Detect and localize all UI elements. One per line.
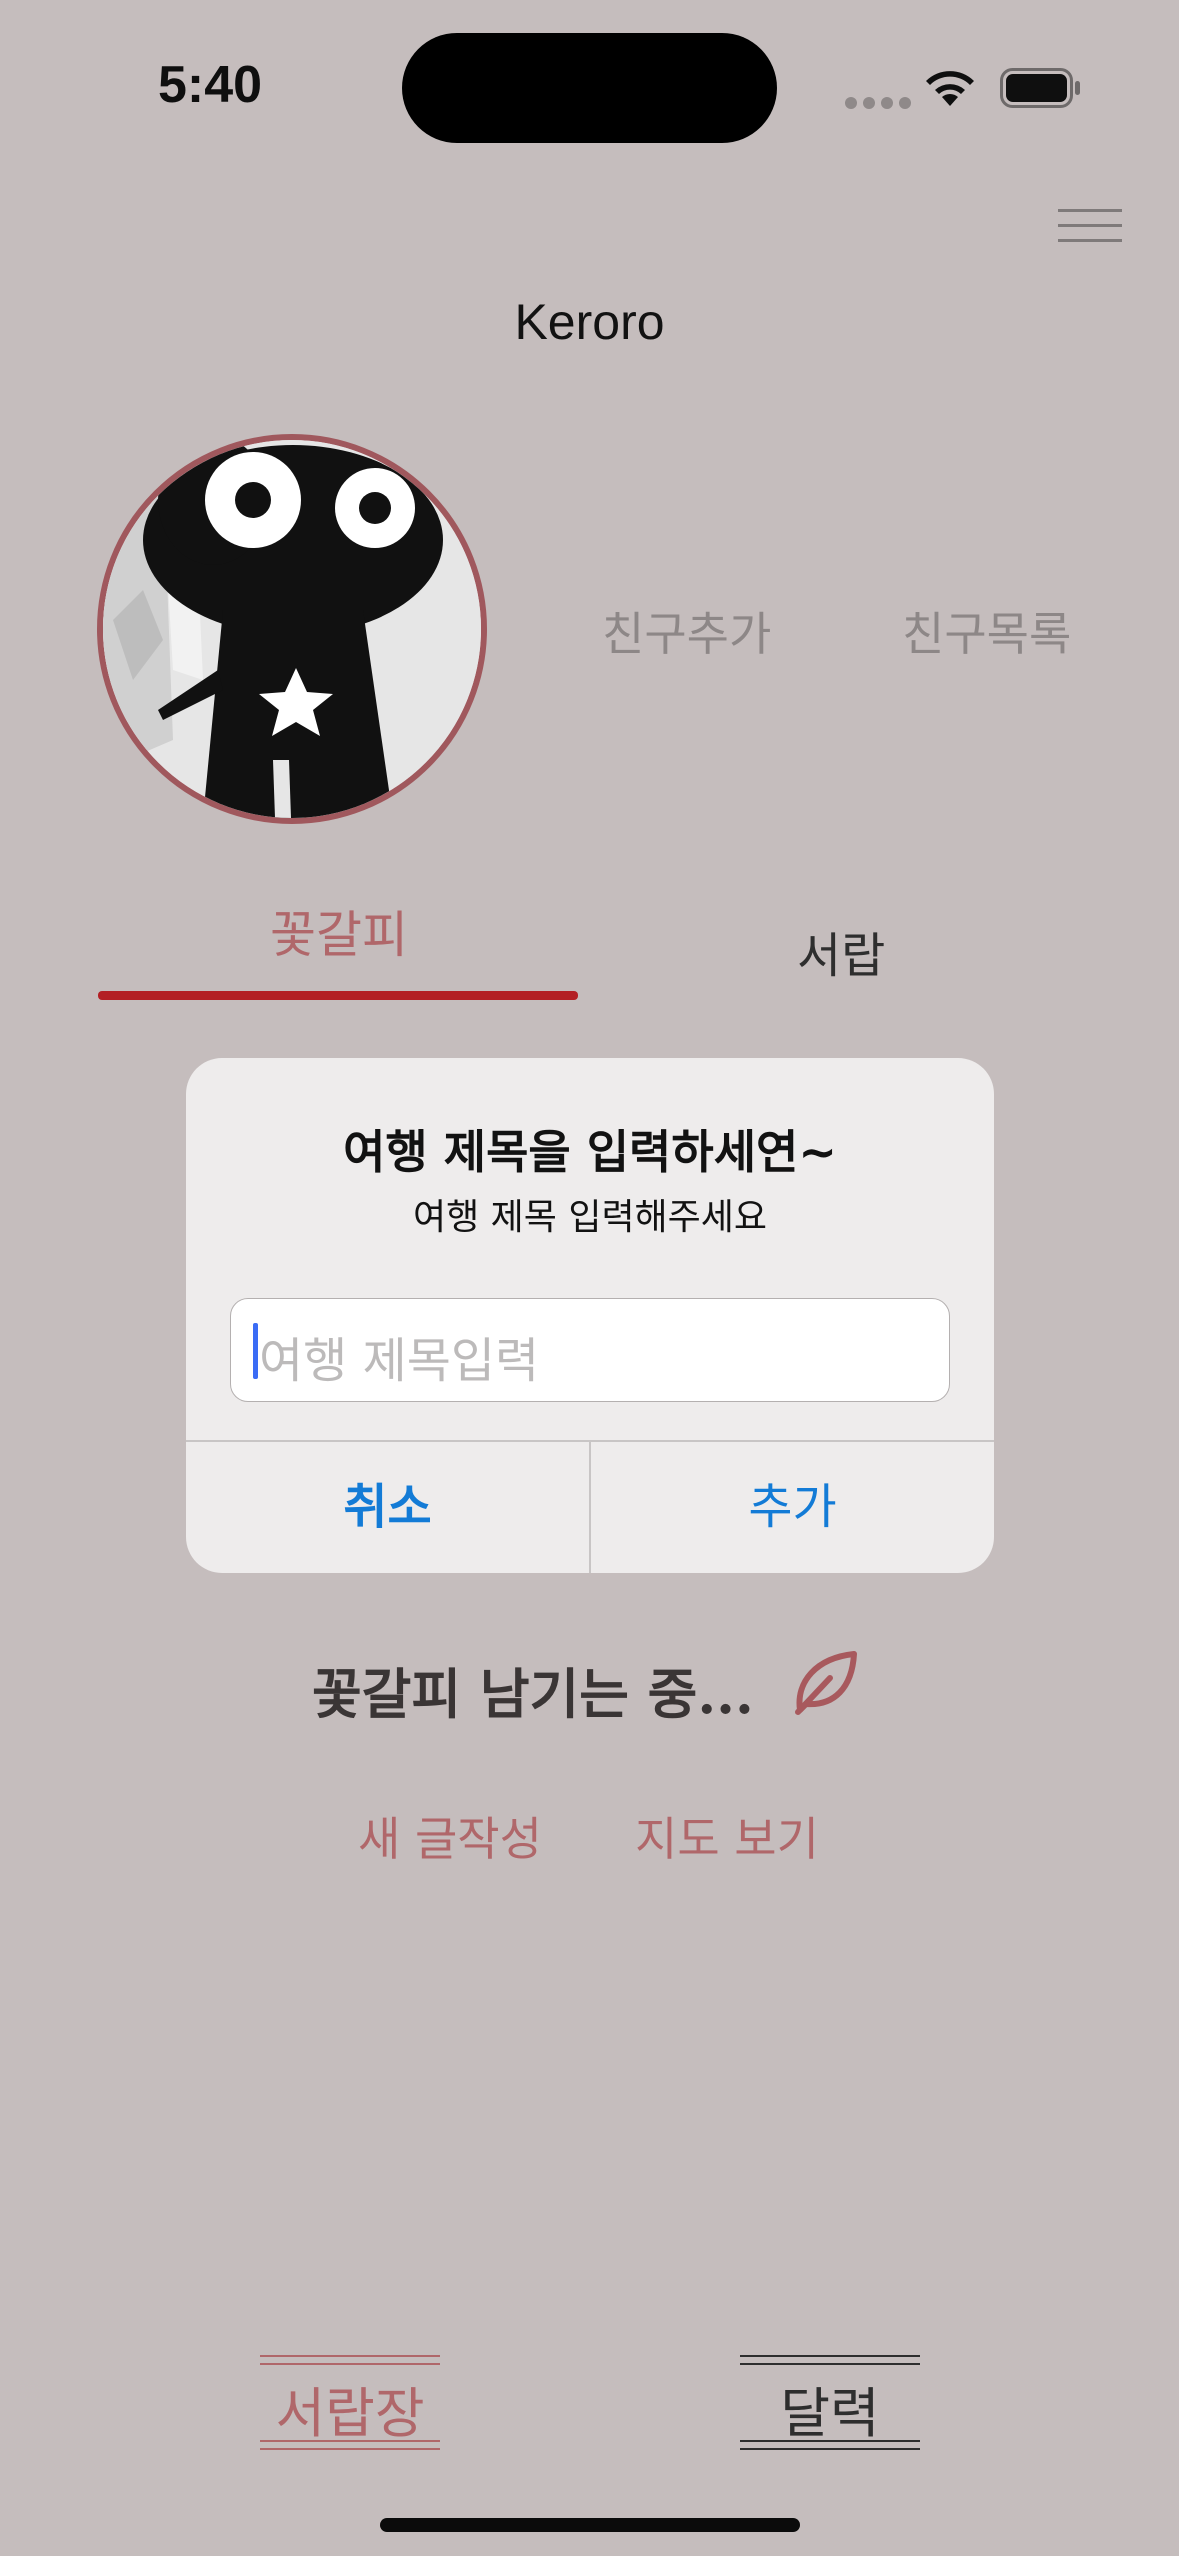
add-friend-button[interactable]: 친구추가 [602, 598, 771, 664]
status-time: 5:40 [158, 56, 263, 114]
leaf-icon [795, 1651, 857, 1715]
view-map-button[interactable]: 지도 보기 [635, 1803, 819, 1869]
trip-title-input[interactable]: 여행 제목입력 [230, 1298, 950, 1402]
dynamic-island [402, 33, 777, 143]
bottom-tab-drawer-label: 서랍장 [275, 2382, 425, 2445]
hamburger-menu-icon[interactable] [1058, 206, 1122, 244]
bottom-tab-calendar-label: 달력 [780, 2382, 880, 2445]
profile-character-icon [103, 440, 481, 818]
cellular-signal-icon [845, 94, 917, 113]
alert-dialog: 여행 제목을 입력하세연~ 여행 제목 입력해주세요 여행 제목입력 취소 추가 [186, 1058, 994, 1573]
alert-title: 여행 제목을 입력하세연~ [343, 1125, 837, 1179]
wifi-icon [926, 71, 974, 106]
text-caret [253, 1323, 258, 1379]
bottom-tab-drawer[interactable]: 서랍장 [260, 2355, 440, 2450]
home-indicator[interactable] [380, 2518, 800, 2532]
alert-message: 여행 제목 입력해주세요 [412, 1197, 768, 1238]
add-button[interactable]: 추가 [591, 1441, 994, 1573]
tab-drawer[interactable]: 서랍 [797, 916, 885, 986]
cancel-button[interactable]: 취소 [186, 1441, 589, 1573]
new-post-button[interactable]: 새 글작성 [358, 1803, 542, 1869]
trip-title-placeholder: 여행 제목입력 [259, 1333, 540, 1389]
avatar[interactable] [97, 434, 487, 824]
tab-flower-bookmark[interactable]: 꽃갈피 [270, 895, 408, 967]
page-title: Keroro [514, 294, 665, 350]
active-tab-indicator [98, 991, 578, 1000]
status-text: 꽃갈피 남기는 중... [312, 1662, 754, 1726]
bottom-tab-calendar[interactable]: 달력 [740, 2355, 920, 2450]
friend-list-button[interactable]: 친구목록 [902, 598, 1071, 664]
battery-icon [1000, 68, 1080, 108]
